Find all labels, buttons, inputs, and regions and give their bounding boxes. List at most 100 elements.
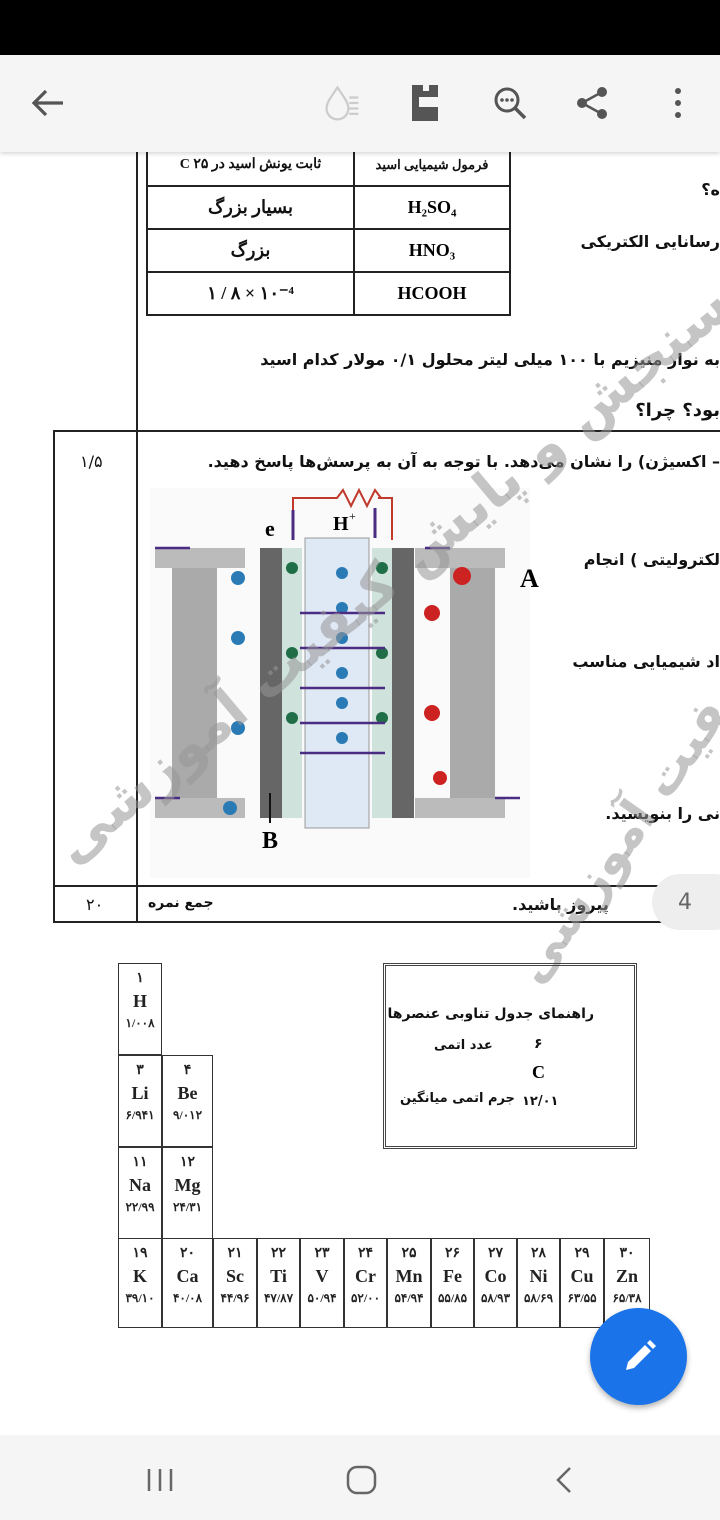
- element-symbol: Ti: [270, 1266, 287, 1286]
- formula-cell: HCOOH: [353, 271, 511, 316]
- atomic-mass: ۴۷/۸۷: [263, 1291, 294, 1305]
- frame-left: [53, 430, 55, 922]
- gas-channel: [155, 548, 245, 568]
- ka-cell: بزرگ: [146, 228, 355, 273]
- pdf-page[interactable]: ثابت یونش اسید در C ۲۵ فرمول شیمیایی اسید…: [0, 152, 720, 1435]
- home-icon[interactable]: [346, 1465, 378, 1499]
- atomic-number: ۲۰: [179, 1246, 196, 1261]
- guide-mass-label: جرم اتمی میانگین: [400, 1091, 515, 1106]
- electron-label: e: [265, 516, 275, 541]
- element-symbol: Ni: [529, 1266, 548, 1286]
- header-formula: فرمول شیمیایی اسید: [353, 152, 511, 187]
- element-symbol: Mn: [395, 1266, 423, 1286]
- atomic-number: ۴: [183, 1063, 192, 1078]
- text-fragment: رسانایی الکتریکی: [580, 232, 720, 251]
- share-icon[interactable]: [572, 83, 612, 123]
- formula-cell: HNO₃: [353, 228, 511, 273]
- atomic-mass: ۶۳/۵۵: [567, 1291, 597, 1305]
- element-cell-cu: ۲۹ Cu ۶۳/۵۵: [560, 1238, 604, 1328]
- element-symbol: Li: [131, 1083, 149, 1103]
- ka-cell: ۱ / ۸ × ۱۰⁻⁴: [146, 271, 355, 316]
- ka-cell: بسیار بزرگ: [146, 185, 355, 230]
- element-symbol: H: [132, 991, 147, 1011]
- text-fragment: اد شیمیایی مناسب: [572, 652, 720, 671]
- atomic-mass: ۶/۹۴۱: [125, 1108, 155, 1122]
- atomic-mass: ۴۰/۰۸: [172, 1291, 203, 1305]
- element-cell-be: ۴ Be ۹/۰۱۲: [162, 1055, 213, 1147]
- atomic-mass: ۱/۰۰۸: [125, 1016, 155, 1030]
- atomic-mass: ۵۸/۶۹: [523, 1291, 554, 1305]
- search-zoom-icon[interactable]: [490, 83, 530, 123]
- atomic-mass: ۴۴/۹۶: [220, 1291, 250, 1305]
- atomic-mass: ۹/۰۱۲: [172, 1108, 203, 1122]
- recent-apps-icon[interactable]: [146, 1467, 174, 1497]
- row-divider: [53, 430, 720, 432]
- periodic-guide-box: راهنمای جدول تناوبی عنصرها عدد اتمی ۶ C …: [383, 963, 637, 1149]
- proton-label: H: [333, 513, 349, 535]
- element-cell-sc: ۲۱ Sc ۴۴/۹۶: [213, 1238, 257, 1328]
- atomic-mass: ۲۲/۹۹: [125, 1200, 155, 1214]
- element-symbol: Be: [177, 1083, 198, 1103]
- guide-atomic-number: ۶: [534, 1036, 543, 1052]
- element-symbol: Cr: [355, 1266, 376, 1286]
- toolbar: [0, 55, 720, 152]
- text-fragment: بود؟ چرا؟: [635, 400, 720, 421]
- atomic-mass: ۳۹/۱۰: [125, 1291, 155, 1305]
- element-cell-co: ۲۷ Co ۵۸/۹۳: [474, 1238, 517, 1328]
- more-icon[interactable]: [658, 83, 698, 123]
- atomic-number: ۳: [136, 1063, 144, 1078]
- bookmark-icon[interactable]: [405, 83, 445, 123]
- atomic-number: ۱۲: [179, 1155, 196, 1170]
- atomic-mass: ۵۲/۰۰: [350, 1291, 381, 1305]
- text-fragment: – اکسیژن) را نشان می‌دهد. با توجه به آن …: [207, 452, 720, 471]
- atomic-mass: ۵۸/۹۳: [480, 1291, 511, 1305]
- navigation-bar: [0, 1435, 720, 1520]
- element-symbol: K: [132, 1266, 147, 1286]
- atomic-number: ۲۵: [401, 1246, 417, 1261]
- element-symbol: Ca: [176, 1266, 199, 1286]
- edit-pencil-icon: [625, 1339, 656, 1370]
- element-cell-na: ۱۱ Na ۲۲/۹۹: [118, 1147, 162, 1239]
- element-symbol: Fe: [443, 1266, 462, 1286]
- element-symbol: Zn: [615, 1266, 639, 1286]
- element-cell-k: ۱۹ K ۳۹/۱۰: [118, 1238, 162, 1328]
- text-fragment: لکترولیتی ) انجام: [583, 550, 720, 569]
- atomic-number: ۲۲: [270, 1246, 287, 1261]
- acid-table: ثابت یونش اسید در C ۲۵ فرمول شیمیایی اسید…: [146, 152, 511, 316]
- page-indicator: 4: [652, 874, 720, 930]
- guide-title: راهنمای جدول تناوبی عنصرها: [387, 1006, 595, 1022]
- edit-button[interactable]: [590, 1308, 687, 1405]
- element-cell-ni: ۲۸ Ni ۵۸/۶۹: [517, 1238, 560, 1328]
- back-icon[interactable]: [554, 1465, 574, 1499]
- element-symbol: Sc: [226, 1266, 244, 1286]
- atomic-mass: ۵۴/۹۴: [394, 1291, 424, 1305]
- atomic-number: ۱۹: [132, 1246, 148, 1261]
- frame-bottom: [53, 921, 720, 923]
- guide-atomic-number-label: عدد اتمی: [434, 1038, 493, 1053]
- element-symbol: Cu: [570, 1266, 594, 1286]
- element-symbol: Na: [129, 1175, 151, 1195]
- element-cell-h: ۱ H ۱/۰۰۸: [118, 963, 162, 1055]
- total-label: جمع نمره: [148, 895, 214, 911]
- atomic-number: ۲۴: [357, 1246, 374, 1261]
- element-cell-mn: ۲۵ Mn ۵۴/۹۴: [387, 1238, 431, 1328]
- score: ۱/۵: [80, 452, 103, 471]
- atomic-number: ۲۳: [314, 1246, 330, 1261]
- back-arrow-icon[interactable]: [28, 83, 68, 123]
- status-bar: [0, 0, 720, 55]
- reading-mode-icon[interactable]: [322, 83, 362, 123]
- element-cell-ca: ۲۰ Ca ۴۰/۰۸: [162, 1238, 213, 1328]
- guide-symbol: C: [532, 1062, 545, 1082]
- total-score: ۲۰: [86, 895, 104, 914]
- atomic-number: ۳۰: [619, 1246, 635, 1261]
- atomic-mass: ۵۵/۸۵: [437, 1291, 468, 1305]
- header-ka: ثابت یونش اسید در C ۲۵: [146, 152, 355, 187]
- formula-cell: H₂SO₄: [353, 185, 511, 230]
- element-cell-v: ۲۳ V ۵۰/۹۴: [300, 1238, 344, 1328]
- label-a: A: [520, 564, 539, 593]
- element-symbol: Mg: [174, 1175, 201, 1195]
- atomic-mass: ۶۵/۳۸: [612, 1291, 642, 1305]
- element-symbol: Co: [484, 1266, 507, 1286]
- label-b: B: [262, 828, 278, 854]
- element-cell-mg: ۱۲ Mg ۲۴/۳۱: [162, 1147, 213, 1239]
